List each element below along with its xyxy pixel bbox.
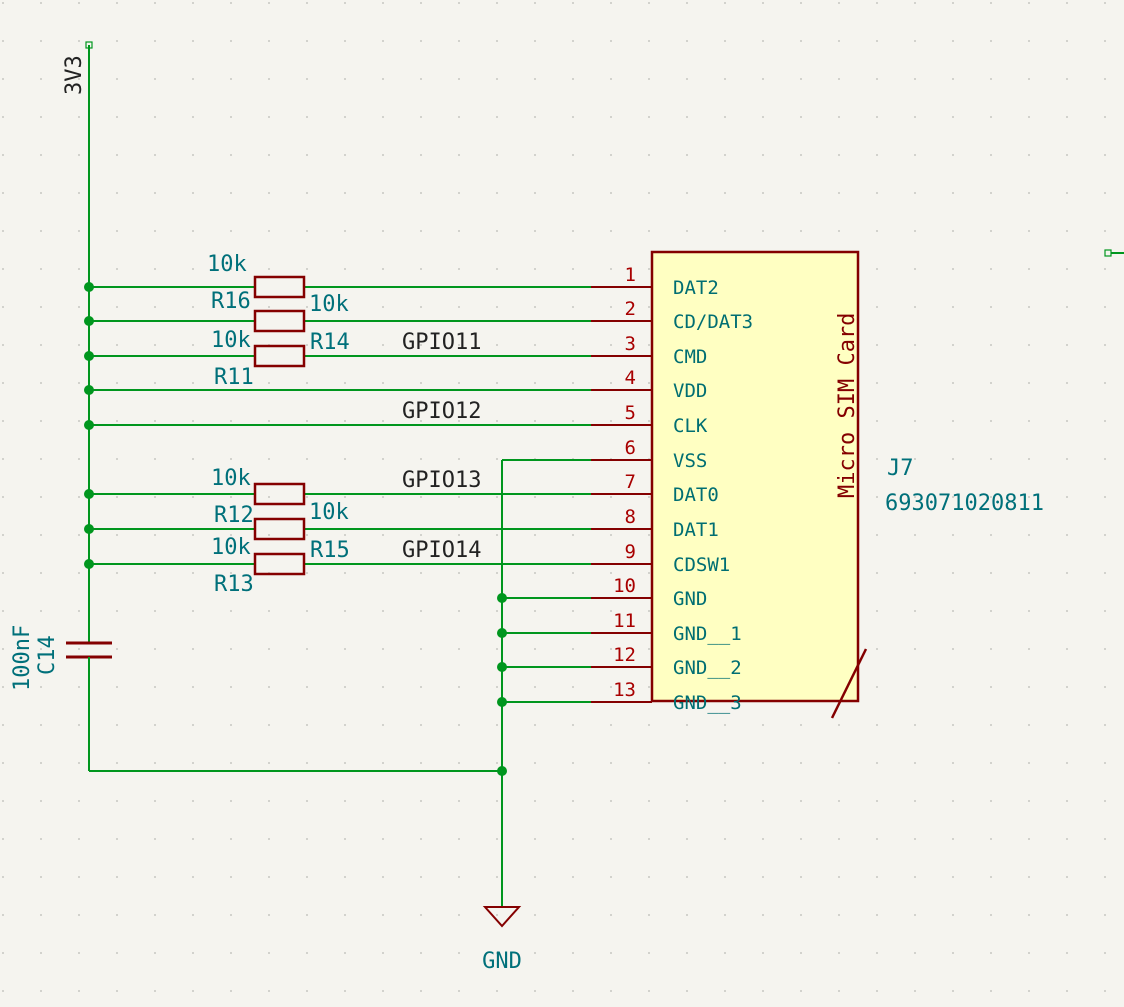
- junction-dot: [84, 351, 94, 361]
- pin-number: 2: [625, 298, 636, 320]
- c14-value: 100nF: [10, 625, 35, 691]
- pin-name: DAT1: [673, 519, 719, 541]
- pin-number: 10: [613, 575, 636, 597]
- junction-dot: [497, 662, 507, 672]
- junction-dot: [497, 628, 507, 638]
- r13-value: 10k: [211, 535, 251, 560]
- r16-ref: R16: [211, 289, 251, 314]
- pin-number: 1: [625, 264, 636, 286]
- junction-dot: [84, 524, 94, 534]
- r15-value: 10k: [309, 500, 349, 525]
- pin-name: CD/DAT3: [673, 311, 753, 333]
- junction-dot: [497, 766, 507, 776]
- net-label-gpio11[interactable]: GPIO11: [402, 330, 481, 355]
- junction-dot: [84, 420, 94, 430]
- junction-dot: [84, 489, 94, 499]
- connector-value: Micro SIM Card: [835, 313, 860, 498]
- r11-ref: R11: [214, 365, 254, 390]
- junction-dot: [84, 385, 94, 395]
- r14-value: 10k: [309, 292, 349, 317]
- pin-number: 12: [613, 644, 636, 666]
- pin-name: GND__1: [673, 623, 742, 645]
- pin-name: CDSW1: [673, 554, 730, 576]
- junction-dot: [84, 559, 94, 569]
- pin-number: 9: [625, 541, 636, 563]
- connector-part-number: 693071020811: [885, 491, 1044, 516]
- pin-name: VDD: [673, 380, 707, 402]
- net-label-gpio14[interactable]: GPIO14: [402, 538, 481, 563]
- r14-ref: R14: [310, 330, 350, 355]
- pin-name: VSS: [673, 450, 707, 472]
- junction-dot: [497, 593, 507, 603]
- r12-value: 10k: [211, 466, 251, 491]
- pin-name: DAT2: [673, 277, 719, 299]
- junction-dot: [497, 697, 507, 707]
- junction-dot: [84, 282, 94, 292]
- pin-name: CLK: [673, 415, 708, 437]
- pin-number: 8: [625, 506, 636, 528]
- junction-dot: [84, 316, 94, 326]
- pin-name: DAT0: [673, 484, 719, 506]
- r15-ref: R15: [310, 538, 350, 563]
- net-label-gpio13[interactable]: GPIO13: [402, 468, 481, 493]
- pin-number: 5: [625, 402, 636, 424]
- net-3v3-label: 3V3: [62, 55, 87, 95]
- connector-ref: J7: [887, 456, 914, 481]
- pin-name: CMD: [673, 346, 707, 368]
- pin-name: GND__2: [673, 657, 742, 679]
- r16-value: 10k: [207, 252, 247, 277]
- pin-name: GND__3: [673, 692, 742, 714]
- schematic-canvas[interactable]: 3V3 GND 10k R16 10k 10k R14 R11 10k R12 …: [0, 0, 1124, 1007]
- pin-number: 4: [625, 367, 636, 389]
- net-gnd-label: GND: [482, 949, 522, 974]
- pin-number: 13: [613, 679, 636, 701]
- c14-ref: C14: [35, 635, 60, 675]
- pin-number: 7: [625, 471, 636, 493]
- r13-ref: R13: [214, 572, 254, 597]
- pin-number: 3: [625, 333, 636, 355]
- r11-value: 10k: [211, 328, 251, 353]
- pin-number: 6: [625, 437, 636, 459]
- pin-number: 11: [613, 610, 636, 632]
- r12-ref: R12: [214, 503, 254, 528]
- net-label-gpio12[interactable]: GPIO12: [402, 399, 481, 424]
- pin-name: GND: [673, 588, 707, 610]
